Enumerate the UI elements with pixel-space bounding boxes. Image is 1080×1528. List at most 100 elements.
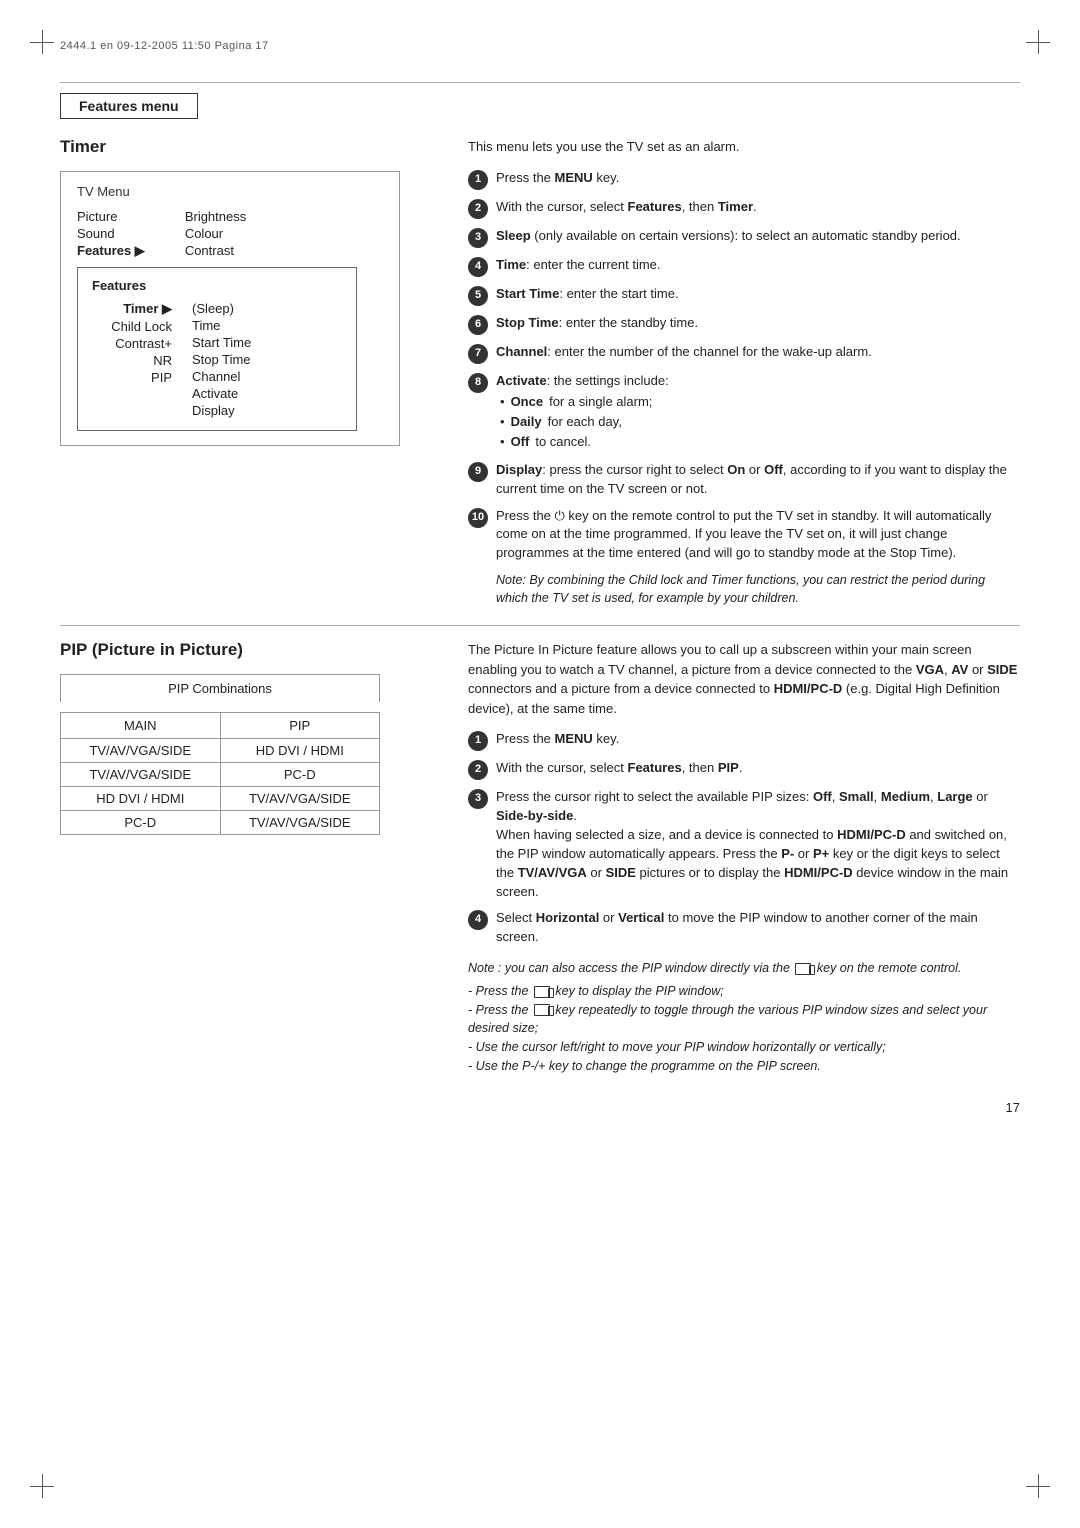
pip-icon-1 bbox=[534, 986, 550, 998]
fsb-col1: Timer ▶ Child Lock Contrast+ NR PIP bbox=[92, 301, 172, 418]
pip-row-3: HD DVI / HDMI TV/AV/VGA/SIDE bbox=[61, 787, 380, 811]
step-num-3: 3 bbox=[468, 228, 488, 248]
pip-note-b4: - Use the P-/+ key to change the program… bbox=[468, 1057, 1020, 1076]
step-text-3: Sleep (only available on certain version… bbox=[496, 227, 1020, 246]
tv-menu-col1: Picture Sound Features ▶ bbox=[77, 209, 145, 259]
pip-row4-main: PC-D bbox=[61, 811, 221, 835]
pip-table-wrapper: PIP Combinations MAIN PIP TV/AV/VGA/SIDE… bbox=[60, 674, 436, 835]
pip-step-num-3: 3 bbox=[468, 789, 488, 809]
features-sub-title: Features bbox=[92, 278, 342, 293]
pip-step-2: 2 With the cursor, select Features, then… bbox=[468, 759, 1020, 780]
timer-step-9: 9 Display: press the cursor right to sel… bbox=[468, 461, 1020, 499]
pip-row2-pip: PC-D bbox=[220, 763, 380, 787]
meta-line: 2444.1 en 09-12-2005 11:50 Pagina 17 bbox=[60, 40, 1020, 52]
timer-step-8: 8 Activate: the settings include: • Once… bbox=[468, 372, 1020, 453]
pip-row-4: PC-D TV/AV/VGA/SIDE bbox=[61, 811, 380, 835]
step-text-5: Start Time: enter the start time. bbox=[496, 285, 1020, 304]
pip-table: MAIN PIP TV/AV/VGA/SIDE HD DVI / HDMI TV… bbox=[60, 712, 380, 835]
timer-step-6: 6 Stop Time: enter the standby time. bbox=[468, 314, 1020, 335]
timer-step-3: 3 Sleep (only available on certain versi… bbox=[468, 227, 1020, 248]
tv-menu-picture: Picture bbox=[77, 209, 145, 224]
tv-menu-col2: Brightness Colour Contrast bbox=[185, 209, 246, 259]
tv-menu-box: TV Menu Picture Sound Features ▶ Brightn… bbox=[60, 171, 400, 446]
pip-notes: Note : you can also access the PIP windo… bbox=[468, 959, 1020, 1076]
section-divider-1 bbox=[60, 625, 1020, 626]
pip-instructions: 1 Press the MENU key. 2 With the cursor,… bbox=[468, 730, 1020, 947]
activate-daily: • Daily for each day, bbox=[500, 413, 1020, 432]
pip-table-title: PIP Combinations bbox=[60, 674, 380, 702]
crosshair-bottom-right bbox=[1026, 1474, 1050, 1498]
step-num-4: 4 bbox=[468, 257, 488, 277]
fsb-activate: Activate bbox=[192, 386, 251, 401]
step-num-10: 10 bbox=[468, 508, 488, 528]
tv-menu-colour: Colour bbox=[185, 226, 246, 241]
step-num-9: 9 bbox=[468, 462, 488, 482]
pip-heading: PIP (Picture in Picture) bbox=[60, 640, 436, 660]
pip-step-1: 1 Press the MENU key. bbox=[468, 730, 1020, 751]
pip-step-num-4: 4 bbox=[468, 910, 488, 930]
step-text-1: Press the MENU key. bbox=[496, 169, 1020, 188]
page: 2444.1 en 09-12-2005 11:50 Pagina 17 Fea… bbox=[0, 0, 1080, 1528]
features-sub-items: Timer ▶ Child Lock Contrast+ NR PIP (Sle… bbox=[92, 301, 342, 418]
fsb-time: Time bbox=[192, 318, 251, 333]
fsb-channel: Channel bbox=[192, 369, 251, 384]
fsb-nr: NR bbox=[92, 353, 172, 368]
pip-step-num-2: 2 bbox=[468, 760, 488, 780]
timer-left-col: Timer TV Menu Picture Sound Features ▶ B… bbox=[60, 137, 460, 607]
pip-row-2: TV/AV/VGA/SIDE PC-D bbox=[61, 763, 380, 787]
activate-off: • Off to cancel. bbox=[500, 433, 1020, 452]
timer-instructions: 1 Press the MENU key. 2 With the cursor,… bbox=[468, 169, 1020, 564]
step-text-7: Channel: enter the number of the channel… bbox=[496, 343, 1020, 362]
fsb-pip: PIP bbox=[92, 370, 172, 385]
fsb-contrast: Contrast+ bbox=[92, 336, 172, 351]
step-text-2: With the cursor, select Features, then T… bbox=[496, 198, 1020, 217]
fsb-timer: Timer ▶ bbox=[92, 301, 172, 317]
step-num-5: 5 bbox=[468, 286, 488, 306]
pip-note-main: Note : you can also access the PIP windo… bbox=[468, 959, 1020, 978]
tv-menu-brightness: Brightness bbox=[185, 209, 246, 224]
step-text-4: Time: enter the current time. bbox=[496, 256, 1020, 275]
pip-row3-main: HD DVI / HDMI bbox=[61, 787, 221, 811]
timer-step-2: 2 With the cursor, select Features, then… bbox=[468, 198, 1020, 219]
step-num-2: 2 bbox=[468, 199, 488, 219]
pip-row-1: TV/AV/VGA/SIDE HD DVI / HDMI bbox=[61, 739, 380, 763]
activate-once: • Once for a single alarm; bbox=[500, 393, 1020, 412]
pip-col-main: MAIN bbox=[61, 713, 221, 739]
pip-row3-pip: TV/AV/VGA/SIDE bbox=[220, 787, 380, 811]
pip-note-b2: - Press the key repeatedly to toggle thr… bbox=[468, 1001, 1020, 1039]
step-text-9: Display: press the cursor right to selec… bbox=[496, 461, 1020, 499]
pip-section: PIP (Picture in Picture) PIP Combination… bbox=[60, 640, 1020, 1075]
pip-note-b3: - Use the cursor left/right to move your… bbox=[468, 1038, 1020, 1057]
pip-right-col: The Picture In Picture feature allows yo… bbox=[460, 640, 1020, 1075]
tv-menu-sound: Sound bbox=[77, 226, 145, 241]
pip-step-3: 3 Press the cursor right to select the a… bbox=[468, 788, 1020, 901]
pip-row1-main: TV/AV/VGA/SIDE bbox=[61, 739, 221, 763]
features-sub-box: Features Timer ▶ Child Lock Contrast+ NR… bbox=[77, 267, 357, 431]
pip-row1-pip: HD DVI / HDMI bbox=[220, 739, 380, 763]
step-text-6: Stop Time: enter the standby time. bbox=[496, 314, 1020, 333]
timer-step-5: 5 Start Time: enter the start time. bbox=[468, 285, 1020, 306]
timer-heading: Timer bbox=[60, 137, 436, 157]
fsb-childlock: Child Lock bbox=[92, 319, 172, 334]
pip-step-num-1: 1 bbox=[468, 731, 488, 751]
step-num-1: 1 bbox=[468, 170, 488, 190]
step-num-6: 6 bbox=[468, 315, 488, 335]
pip-step-text-1: Press the MENU key. bbox=[496, 730, 1020, 749]
pip-col-pip: PIP bbox=[220, 713, 380, 739]
timer-step-4: 4 Time: enter the current time. bbox=[468, 256, 1020, 277]
pip-note-b1: - Press the key to display the PIP windo… bbox=[468, 982, 1020, 1001]
timer-intro: This menu lets you use the TV set as an … bbox=[468, 137, 1020, 157]
crosshair-top-left bbox=[30, 30, 54, 54]
pip-left-col: PIP (Picture in Picture) PIP Combination… bbox=[60, 640, 460, 1075]
fsb-stoptime: Stop Time bbox=[192, 352, 251, 367]
fsb-display: Display bbox=[192, 403, 251, 418]
pip-row4-pip: TV/AV/VGA/SIDE bbox=[220, 811, 380, 835]
pip-step-4: 4 Select Horizontal or Vertical to move … bbox=[468, 909, 1020, 947]
pip-remote-icon bbox=[795, 963, 811, 975]
timer-right-col: This menu lets you use the TV set as an … bbox=[460, 137, 1020, 607]
step-num-8: 8 bbox=[468, 373, 488, 393]
timer-step-1: 1 Press the MENU key. bbox=[468, 169, 1020, 190]
pip-intro: The Picture In Picture feature allows yo… bbox=[468, 640, 1020, 718]
timer-note: Note: By combining the Child lock and Ti… bbox=[496, 571, 1020, 607]
step-num-7: 7 bbox=[468, 344, 488, 364]
